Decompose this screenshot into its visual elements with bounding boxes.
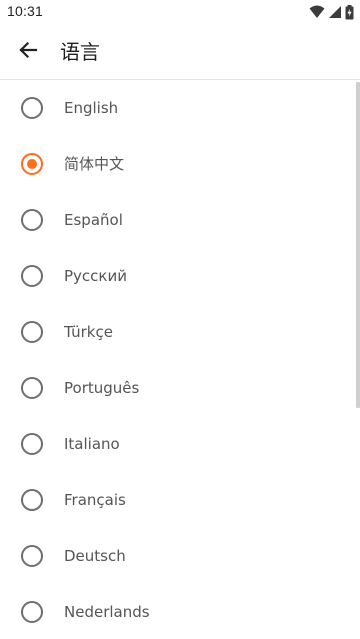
language-item[interactable]: 简体中文 xyxy=(0,136,360,192)
status-icons xyxy=(309,4,354,20)
language-label: Português xyxy=(64,379,140,397)
status-bar: 10:31 xyxy=(0,0,360,24)
app-bar: 语言 xyxy=(0,24,360,80)
cellular-signal-icon xyxy=(328,5,342,19)
language-label: Türkçe xyxy=(64,323,113,341)
language-item[interactable]: Français xyxy=(0,472,360,528)
language-label: Français xyxy=(64,491,126,509)
radio-button[interactable] xyxy=(21,545,43,567)
radio-button[interactable] xyxy=(21,321,43,343)
radio-button[interactable] xyxy=(21,97,43,119)
language-label: 简体中文 xyxy=(64,155,125,173)
language-list[interactable]: English 简体中文 Español Русский Türkçe Português… xyxy=(0,80,360,639)
page-title: 语言 xyxy=(60,40,100,64)
radio-button[interactable] xyxy=(21,601,43,623)
language-item[interactable]: Nederlands xyxy=(0,584,360,639)
language-item[interactable]: Русский xyxy=(0,248,360,304)
battery-charging-icon xyxy=(345,4,354,20)
language-item[interactable]: Deutsch xyxy=(0,528,360,584)
language-label: Русский xyxy=(64,267,127,285)
wifi-icon xyxy=(309,5,325,19)
arrow-left-icon xyxy=(18,40,38,64)
scrollbar[interactable] xyxy=(356,82,360,408)
radio-button-checked[interactable] xyxy=(21,153,43,175)
language-label: Nederlands xyxy=(64,603,150,621)
language-item[interactable]: Italiano xyxy=(0,416,360,472)
language-label: Español xyxy=(64,211,123,229)
status-time: 10:31 xyxy=(7,3,44,19)
radio-button[interactable] xyxy=(21,489,43,511)
radio-button[interactable] xyxy=(21,377,43,399)
radio-button[interactable] xyxy=(21,209,43,231)
back-button[interactable] xyxy=(12,36,44,68)
language-item[interactable]: Português xyxy=(0,360,360,416)
language-label: Italiano xyxy=(64,435,120,453)
language-item[interactable]: Türkçe xyxy=(0,304,360,360)
radio-button[interactable] xyxy=(21,265,43,287)
language-label: English xyxy=(64,99,119,117)
language-item[interactable]: English xyxy=(0,80,360,136)
language-item[interactable]: Español xyxy=(0,192,360,248)
radio-button[interactable] xyxy=(21,433,43,455)
language-label: Deutsch xyxy=(64,547,126,565)
